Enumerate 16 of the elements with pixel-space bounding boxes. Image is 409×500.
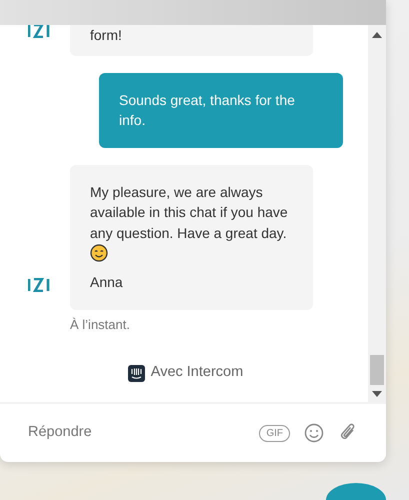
- scrollbar[interactable]: [368, 25, 386, 402]
- reply-field[interactable]: Répondre: [28, 422, 246, 444]
- agent-name: Anna: [90, 273, 124, 292]
- company-logo: [28, 278, 52, 292]
- scroll-up-icon[interactable]: [372, 32, 382, 38]
- powered-by-link[interactable]: Avec Intercom: [150, 362, 244, 384]
- intercom-logo: [128, 364, 145, 382]
- message-text: My pleasure, we are always available in this chat if you have any question. Have a great day.: [90, 182, 289, 243]
- scroll-thumb[interactable]: [370, 355, 384, 385]
- gif-button[interactable]: GIF: [259, 424, 290, 442]
- message-time: À l’instant.: [70, 316, 131, 334]
- company-logo: [28, 25, 52, 38]
- emoji-button[interactable]: [304, 423, 324, 443]
- message-text: form!: [90, 26, 123, 45]
- message-text: Sounds great, thanks for the info.: [119, 90, 296, 130]
- scroll-down-icon[interactable]: [372, 391, 382, 397]
